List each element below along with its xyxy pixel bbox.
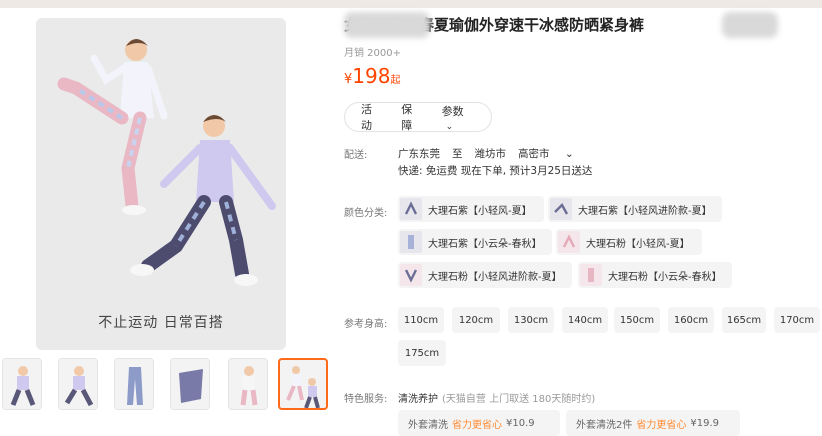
service-main: 清洗养护 xyxy=(398,394,438,405)
color-option-label: 大理石粉【小轻风-夏】 xyxy=(586,238,690,250)
color-swatch-icon xyxy=(400,198,422,220)
thumbnail-strip xyxy=(0,358,330,412)
color-option-4[interactable]: 大理石粉【小轻风-夏】 xyxy=(556,229,702,255)
size-option-150[interactable]: 150cm xyxy=(614,307,660,333)
blur-overlay-right xyxy=(722,12,778,38)
delivery-route: 广东东莞至潍坊市 高密市 ⌄ xyxy=(398,146,598,161)
monthly-sales: 月销 2000+ xyxy=(344,48,402,59)
product-photo xyxy=(57,39,276,286)
tab-activity[interactable]: 活动 xyxy=(361,101,381,133)
thumbnail-4[interactable] xyxy=(170,358,210,410)
size-option-130[interactable]: 130cm xyxy=(508,307,554,333)
color-swatch-icon xyxy=(400,231,422,253)
color-swatch-icon xyxy=(400,264,422,286)
main-product-image[interactable]: 不止运动 日常百搭 xyxy=(36,18,286,350)
color-option-label: 大理石紫【小轻风进阶款-夏】 xyxy=(578,205,712,217)
price-value: 198 xyxy=(352,64,391,88)
blur-overlay-left xyxy=(344,12,430,38)
color-option-label: 大理石粉【小云朵-春秋】 xyxy=(608,271,722,283)
color-swatch-icon xyxy=(558,231,580,253)
size-option-120[interactable]: 120cm xyxy=(452,307,500,333)
service-option-promo: 省力更省心 xyxy=(636,419,687,431)
service-option-price: ¥10.9 xyxy=(506,417,535,429)
color-label: 颜色分类: xyxy=(344,208,388,219)
service-option-price: ¥19.9 xyxy=(690,417,720,429)
delivery-district[interactable]: 高密市 ⌄ xyxy=(518,148,586,160)
delivery-eta: 快递: 免运费 现在下单, 预计3月25日送达 xyxy=(398,165,593,177)
color-option-label: 大理石紫【小轻风-夏】 xyxy=(428,205,532,217)
color-option-label: 大理石紫【小云朵-春秋】 xyxy=(428,238,542,250)
delivery-origin: 广东东莞 xyxy=(398,148,440,160)
tab-params[interactable]: 参数 ⌄ xyxy=(442,103,491,132)
delivery-label: 配送: xyxy=(344,150,368,161)
size-option-110[interactable]: 110cm xyxy=(398,307,444,333)
tab-guarantee[interactable]: 保障 xyxy=(401,101,421,133)
size-option-165[interactable]: 165cm xyxy=(722,307,766,333)
color-swatch-icon xyxy=(580,264,602,286)
color-swatch-icon xyxy=(550,198,572,220)
size-option-160[interactable]: 160cm xyxy=(668,307,714,333)
service-option-1[interactable]: 外套清洗 省力更省心 ¥10.9 xyxy=(398,410,560,436)
thumbnail-6-selected[interactable] xyxy=(278,358,328,410)
thumbnail-1[interactable] xyxy=(2,358,42,410)
size-option-170[interactable]: 170cm xyxy=(774,307,820,333)
price-suffix: 起 xyxy=(390,75,401,86)
service-description: 清洗养护 (天猫自营 上门取送 180天随时约) xyxy=(398,390,595,405)
thumbnail-5[interactable] xyxy=(228,358,268,410)
thumbnail-2[interactable] xyxy=(58,358,98,410)
service-label: 特色服务: xyxy=(344,394,388,405)
price: ¥198起 xyxy=(344,64,400,88)
color-option-label: 大理石粉【小轻风进阶款-夏】 xyxy=(428,271,562,283)
color-option-5[interactable]: 大理石粉【小轻风进阶款-夏】 xyxy=(398,262,572,288)
delivery-district-label: 高密市 xyxy=(518,148,550,160)
service-option-promo: 省力更省心 xyxy=(452,419,502,431)
size-label: 参考身高: xyxy=(344,319,388,330)
service-option-name: 外套清洗 xyxy=(408,419,448,431)
thumbnail-3[interactable] xyxy=(114,358,154,410)
delivery-city[interactable]: 潍坊市 xyxy=(475,148,507,160)
service-option-name: 外套清洗2件 xyxy=(576,419,633,431)
size-option-140[interactable]: 140cm xyxy=(562,307,608,333)
image-caption: 不止运动 日常百搭 xyxy=(98,315,224,331)
color-option-3[interactable]: 大理石紫【小云朵-春秋】 xyxy=(398,229,552,255)
color-option-1[interactable]: 大理石紫【小轻风-夏】 xyxy=(398,196,544,222)
tab-params-label: 参数 xyxy=(441,104,464,118)
chevron-down-icon: ⌄ xyxy=(564,148,574,160)
color-option-2[interactable]: 大理石紫【小轻风进阶款-夏】 xyxy=(548,196,722,222)
service-option-2[interactable]: 外套清洗2件 省力更省心 ¥19.9 xyxy=(566,410,740,436)
color-option-6[interactable]: 大理石粉【小云朵-春秋】 xyxy=(578,262,732,288)
info-tabs: 活动 保障 参数 ⌄ xyxy=(344,102,492,132)
size-option-175[interactable]: 175cm xyxy=(398,340,446,366)
delivery-to-word: 至 xyxy=(452,148,463,160)
chevron-down-icon: ⌄ xyxy=(445,121,454,132)
service-note: (天猫自营 上门取送 180天随时约) xyxy=(442,394,596,405)
top-bar xyxy=(0,0,822,8)
